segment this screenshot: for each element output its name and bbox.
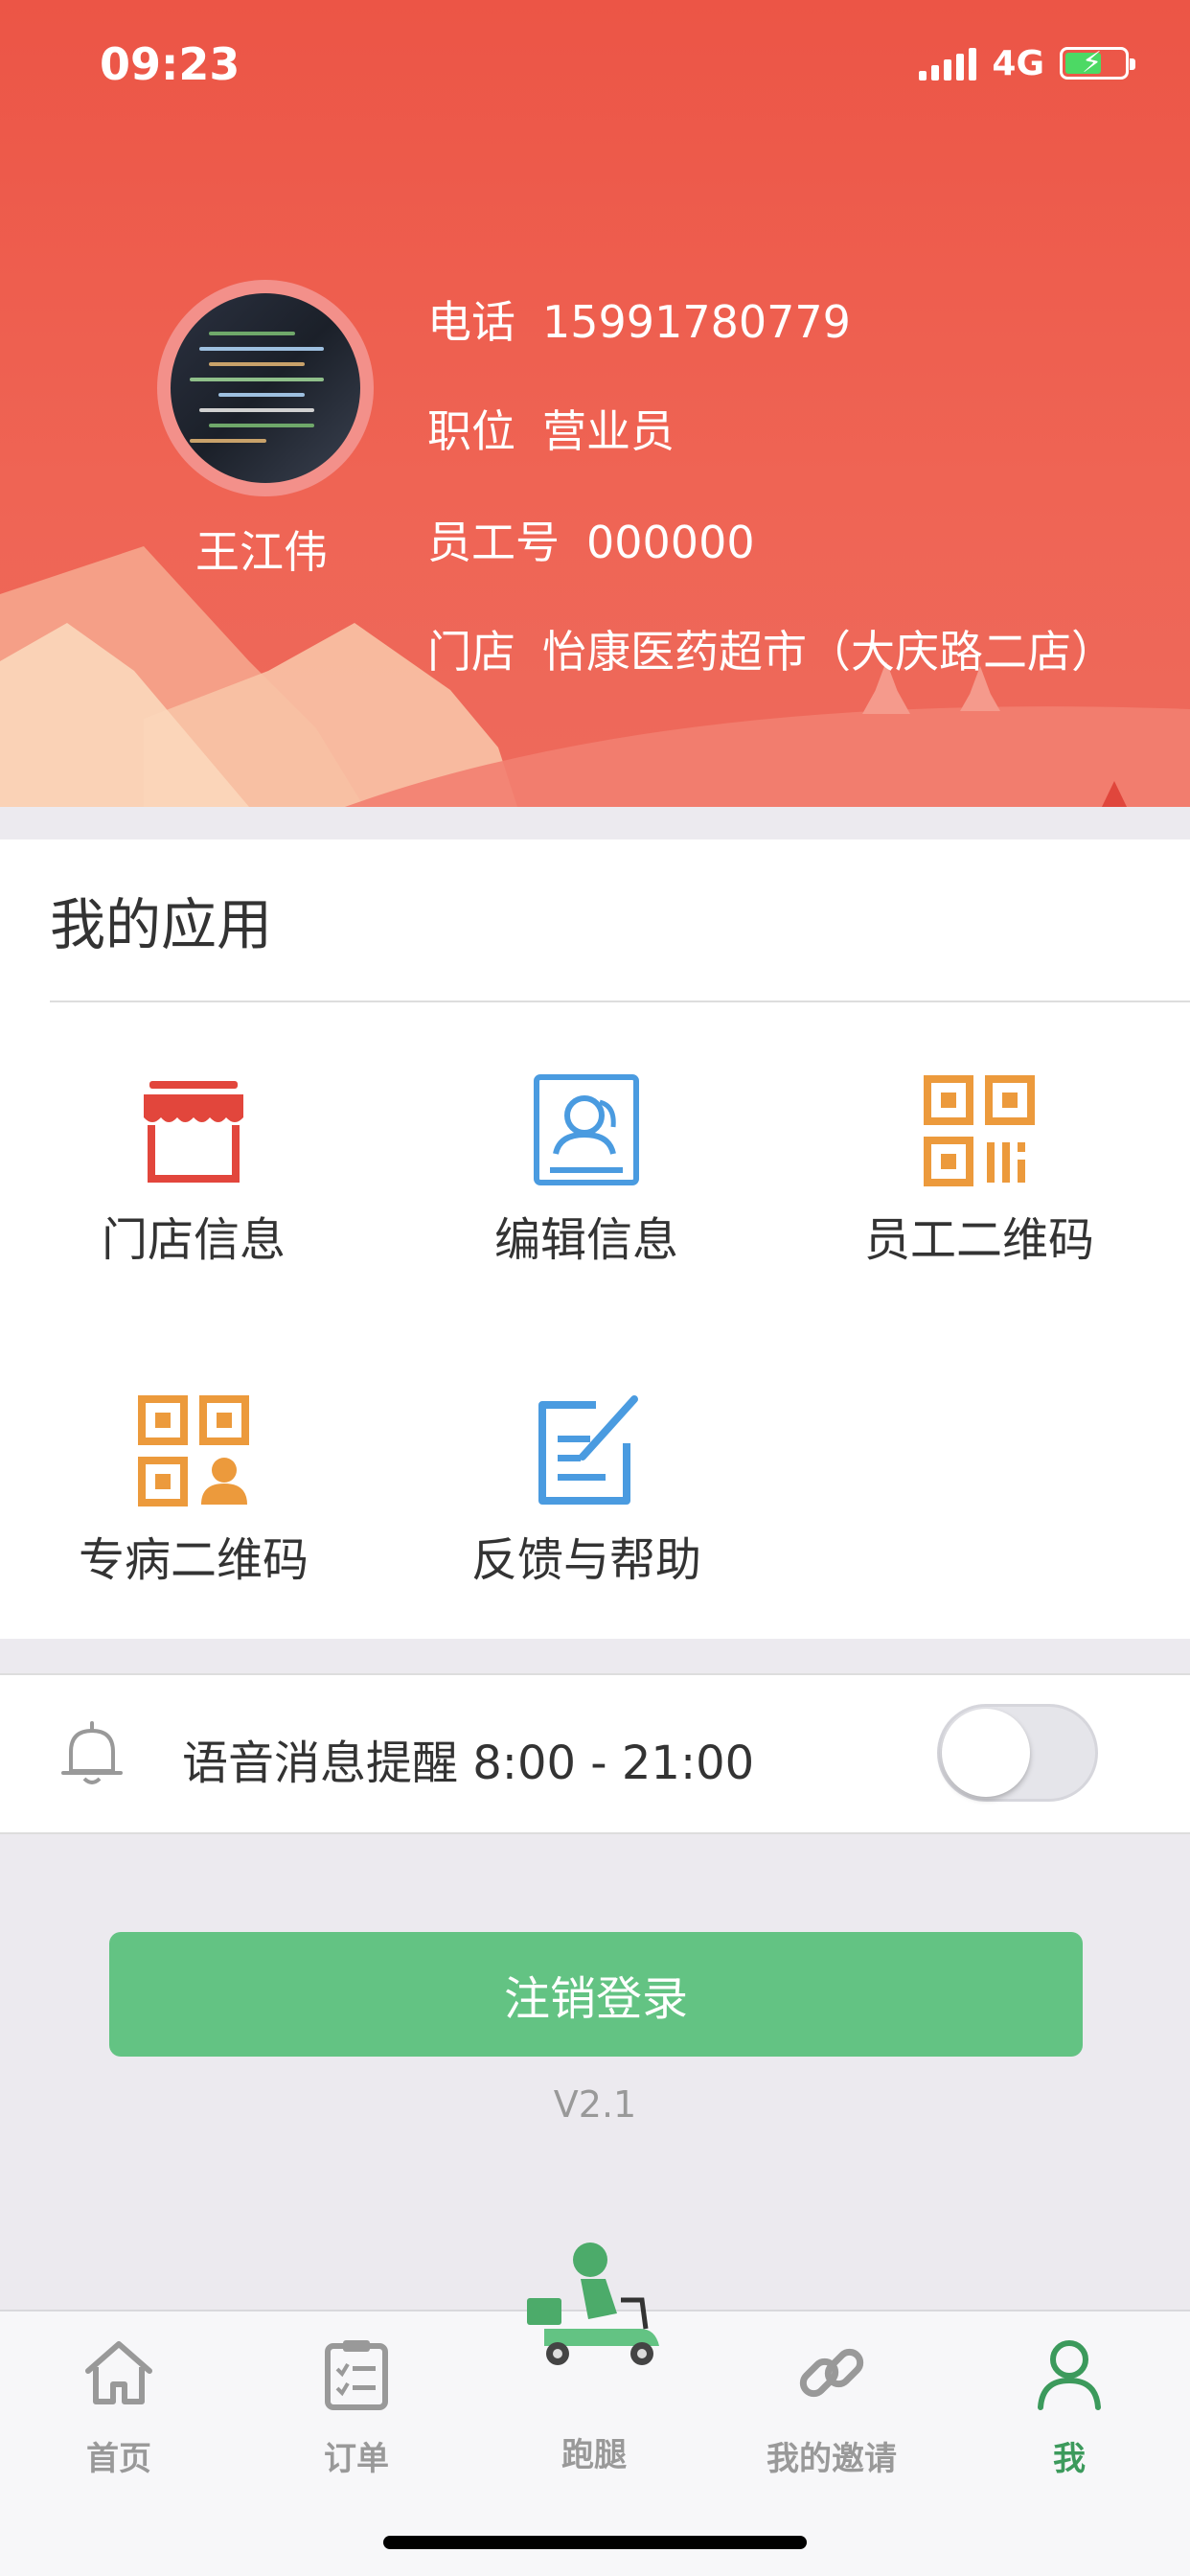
bell-icon — [61, 1721, 123, 1784]
employee-id-label: 员工号 — [427, 517, 560, 568]
profile-header: 09:23 4G ⚡ 王江伟 电话 15991780779 职位 营业员 员工号 00… — [0, 0, 1190, 807]
app-label: 员工二维码 — [863, 1213, 1094, 1267]
tab-label: 首页 — [86, 2440, 151, 2478]
phone-value: 15991780779 — [542, 296, 851, 348]
my-apps-title: 我的应用 — [50, 892, 273, 957]
phone-row: 电话 15991780779 — [427, 288, 851, 351]
qr-code-person-icon — [138, 1395, 249, 1506]
tab-label: 跑腿 — [561, 2436, 627, 2474]
app-label: 反馈与帮助 — [470, 1533, 701, 1587]
tab-errand[interactable]: 跑腿 — [498, 2334, 690, 2475]
link-icon — [799, 2348, 864, 2398]
feedback-edit-icon — [538, 1395, 638, 1505]
logout-button[interactable]: 注销登录 — [109, 1932, 1083, 2057]
version-label: V2.1 — [553, 2083, 637, 2126]
qr-code-icon — [924, 1075, 1035, 1186]
voice-reminder-toggle[interactable] — [937, 1704, 1098, 1802]
app-label: 编辑信息 — [493, 1213, 678, 1267]
clipboard-icon — [325, 2340, 388, 2410]
user-name: 王江伟 — [195, 526, 328, 578]
tab-my-invites[interactable]: 我的邀请 — [736, 2334, 927, 2479]
home-indicator — [383, 2536, 807, 2549]
person-icon — [1038, 2340, 1101, 2410]
edit-profile-icon — [534, 1074, 639, 1185]
home-icon — [85, 2341, 152, 2404]
employee-id-row: 员工号 000000 — [427, 508, 755, 571]
position-label: 职位 — [427, 405, 515, 457]
position-row: 职位 营业员 — [427, 397, 675, 460]
store-value: 怡康医药超市（大庆路二店） — [542, 626, 1115, 678]
tab-label: 我的邀请 — [767, 2440, 897, 2478]
tab-label: 订单 — [324, 2440, 389, 2478]
app-store-info[interactable]: 门店信息 — [50, 1073, 337, 1269]
phone-label: 电话 — [427, 296, 515, 348]
app-feedback-help[interactable]: 反馈与帮助 — [443, 1393, 730, 1589]
tab-label: 我 — [1053, 2440, 1086, 2478]
app-edit-info[interactable]: 编辑信息 — [443, 1073, 730, 1269]
signal-icon — [919, 46, 977, 80]
position-value: 营业员 — [542, 405, 675, 457]
battery-icon: ⚡ — [1060, 46, 1135, 80]
storefront-icon — [144, 1081, 243, 1183]
tab-orders[interactable]: 订单 — [261, 2334, 452, 2479]
app-disease-qr[interactable]: 专病二维码 — [50, 1393, 337, 1589]
app-label: 专病二维码 — [78, 1533, 309, 1587]
store-row: 门店 怡康医药超市（大庆路二店） — [427, 617, 1115, 680]
app-label: 门店信息 — [101, 1213, 286, 1267]
store-label: 门店 — [427, 626, 515, 678]
status-indicators: 4G ⚡ — [919, 42, 1135, 84]
tab-home[interactable]: 首页 — [23, 2334, 215, 2479]
network-type: 4G — [992, 43, 1044, 83]
tab-me[interactable]: 我 — [973, 2334, 1165, 2479]
employee-id-value: 000000 — [586, 517, 755, 568]
status-time: 09:23 — [100, 38, 240, 90]
app-employee-qr[interactable]: 员工二维码 — [835, 1073, 1123, 1269]
voice-reminder-label: 语音消息提醒 8:00 - 21:00 — [182, 1736, 755, 1790]
avatar[interactable] — [157, 280, 374, 496]
divider — [50, 1000, 1190, 1002]
